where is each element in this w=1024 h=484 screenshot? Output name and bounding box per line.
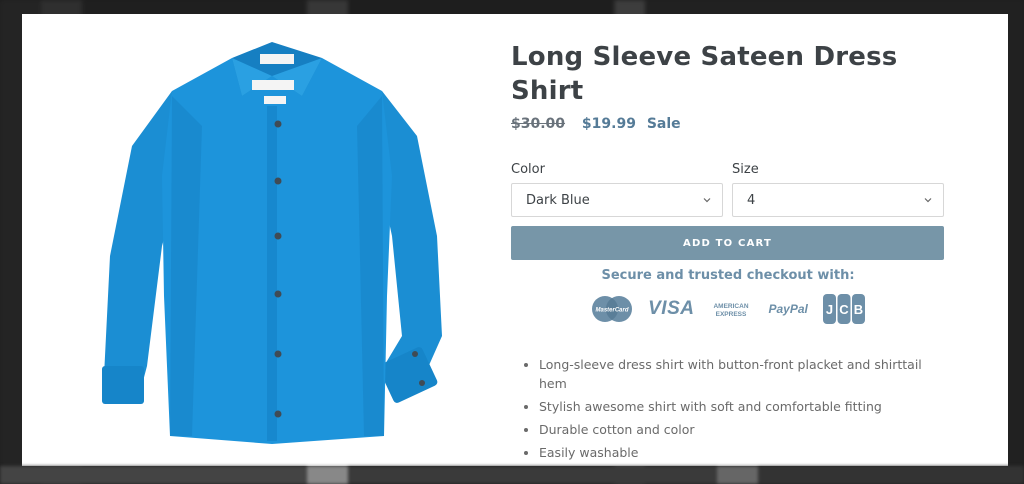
svg-text:MasterCard: MasterCard [596, 308, 629, 314]
paypal-icon: PayPal [768, 302, 808, 316]
jcb-icon: J C B [822, 293, 866, 325]
visa-icon: VISA [648, 298, 695, 319]
sale-label: Sale [646, 116, 681, 132]
list-item: Durable cotton and color [539, 420, 945, 439]
product-info: Long Sleeve Sateen Dress Shirt $30.00 $1… [511, 40, 945, 466]
color-selector: Color Dark Blue [511, 162, 723, 217]
variant-selectors: Color Dark Blue Size 4 [511, 162, 945, 217]
payment-icons: MasterCard VISA AMERICAN EXPRESS PayPal … [511, 293, 945, 325]
background-strip [0, 466, 1024, 484]
chevron-down-icon [703, 198, 711, 203]
size-value: 4 [747, 192, 756, 208]
svg-text:AMERICAN: AMERICAN [714, 303, 749, 310]
mastercard-icon: MasterCard [590, 295, 634, 323]
svg-text:EXPRESS: EXPRESS [716, 311, 747, 318]
list-item: Easily washable [539, 443, 945, 462]
svg-text:J: J [826, 302, 833, 317]
feature-list: Long-sleeve dress shirt with button-fron… [511, 355, 945, 462]
list-item: Stylish awesome shirt with soft and comf… [539, 397, 945, 416]
add-to-cart-button[interactable]: ADD TO CART [511, 226, 944, 260]
shirt-image [102, 42, 442, 444]
original-price: $30.00 [511, 116, 566, 132]
quick-view-modal: Long Sleeve Sateen Dress Shirt $30.00 $1… [22, 14, 1008, 466]
svg-text:C: C [839, 302, 849, 317]
amex-icon: AMERICAN EXPRESS [708, 299, 754, 319]
color-select[interactable]: Dark Blue [511, 183, 723, 217]
product-image [92, 36, 472, 451]
svg-text:B: B [854, 302, 863, 317]
sale-price: $19.99 [581, 116, 636, 132]
size-selector: Size 4 [732, 162, 944, 217]
price-row: $30.00 $19.99 Sale [511, 116, 945, 132]
product-title: Long Sleeve Sateen Dress Shirt [511, 42, 898, 106]
size-select[interactable]: 4 [732, 183, 944, 217]
color-label: Color [511, 162, 545, 177]
list-item: Long-sleeve dress shirt with button-fron… [539, 355, 945, 393]
secure-checkout-text: Secure and trusted checkout with: [601, 268, 855, 283]
color-value: Dark Blue [526, 192, 590, 208]
chevron-down-icon [924, 198, 932, 203]
size-label: Size [732, 162, 759, 177]
